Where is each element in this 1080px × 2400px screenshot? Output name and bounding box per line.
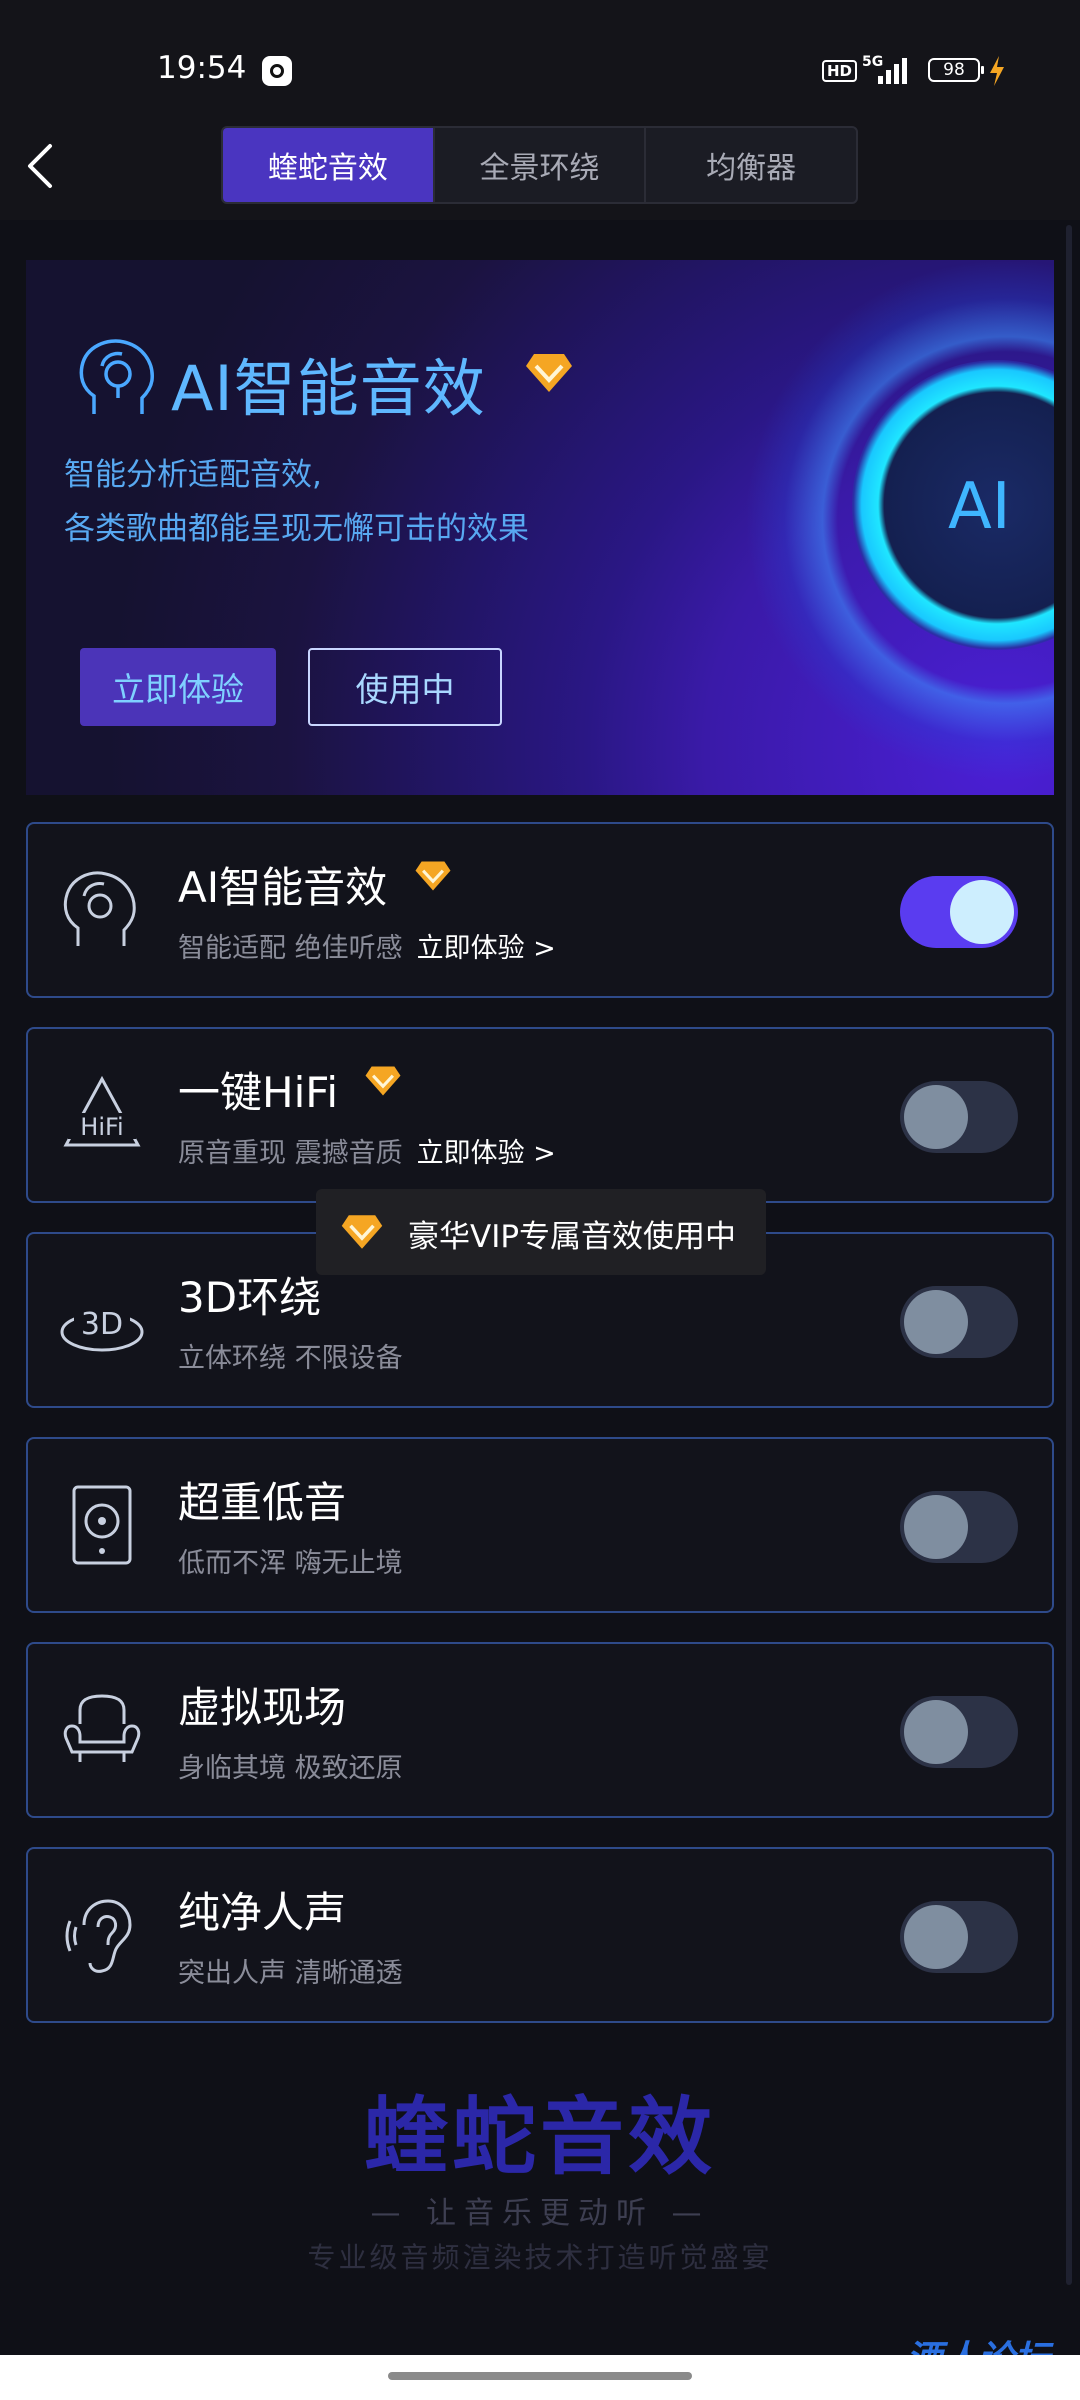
status-bar: 19:54 HD 5G 98: [0, 0, 1080, 110]
effect-toggle-ai[interactable]: [900, 876, 1018, 948]
toggle-knob: [904, 1495, 968, 1559]
vip-diamond-icon: [341, 1215, 383, 1249]
try-now-link[interactable]: 立即体验 >: [417, 933, 556, 964]
hd-badge: HD: [822, 60, 858, 82]
svg-text:HiFi: HiFi: [80, 1113, 123, 1141]
effect-title: 纯净人声: [178, 1888, 347, 1937]
effect-title: 一键HiFi: [178, 1068, 339, 1117]
ear-icon: [65, 1899, 132, 1973]
ai-head-icon: [63, 871, 136, 946]
effect-subtitle: 低而不浑 嗨无止境: [178, 1548, 403, 1579]
top-header: 蝰蛇音效 全景环绕 均衡器: [0, 110, 1080, 220]
effect-toggle-bass[interactable]: [900, 1491, 1018, 1563]
effect-subtitle-text: 原音重现 震撼音质: [178, 1138, 403, 1169]
ai-orb-label: AI: [948, 470, 1011, 544]
ai-effect-banner[interactable]: AI AI智能音效 智能分析适配音效, 各类歌曲都能呈现无懈可击的效果 立即体验…: [26, 260, 1054, 795]
battery-icon: 98: [928, 58, 984, 82]
ai-head-icon: [79, 339, 154, 414]
effect-title: 虚拟现场: [178, 1683, 347, 1732]
svg-text:3D: 3D: [81, 1307, 123, 1342]
footer-slogan: — 让音乐更动听 —: [370, 2196, 710, 2231]
vip-diamond-icon: [526, 354, 572, 392]
effect-subtitle: 原音重现 震撼音质 立即体验 >: [178, 1131, 556, 1170]
effect-title: 3D环绕: [178, 1273, 322, 1322]
status-time: 19:54: [157, 50, 247, 86]
tab-equalizer[interactable]: 均衡器: [646, 128, 856, 202]
tab-viper-effects[interactable]: 蝰蛇音效: [223, 128, 435, 202]
effect-title: 超重低音: [178, 1478, 347, 1527]
chevron-left-icon[interactable]: [20, 140, 64, 192]
scrollbar[interactable]: [1066, 225, 1072, 2285]
effect-card-hifi[interactable]: HiFi 一键HiFi 原音重现 震撼音质 立即体验 >: [26, 1027, 1054, 1203]
vip-diamond-icon: [415, 861, 451, 891]
effect-card-vocal[interactable]: 纯净人声 突出人声 清晰通透: [26, 1847, 1054, 2023]
toggle-knob: [904, 1085, 968, 1149]
home-indicator[interactable]: [388, 2372, 692, 2380]
effect-card-live[interactable]: 虚拟现场 身临其境 极致还原: [26, 1642, 1054, 1818]
effect-title: AI智能音效: [178, 863, 388, 912]
effect-card-bass[interactable]: 超重低音 低而不浑 嗨无止境: [26, 1437, 1054, 1613]
footer-logo: 蝰蛇音效: [363, 2088, 716, 2186]
effect-subtitle: 智能适配 绝佳听感 立即体验 >: [178, 926, 556, 965]
effect-subtitle: 突出人声 清晰通透: [178, 1958, 403, 1989]
footer-description: 专业级音频渲染技术打造听觉盛宴: [307, 2241, 773, 2274]
armchair-icon: [63, 1694, 141, 1762]
tab-surround[interactable]: 全景环绕: [435, 128, 647, 202]
signal-icon: [878, 58, 907, 84]
effect-toggle-hifi[interactable]: [900, 1081, 1018, 1153]
banner-desc-line2: 各类歌曲都能呈现无懈可击的效果: [64, 511, 529, 547]
in-use-button[interactable]: 使用中: [308, 648, 502, 726]
3d-surround-icon: 3D: [60, 1300, 144, 1352]
effect-card-ai[interactable]: AI智能音效 智能适配 绝佳听感 立即体验 >: [26, 822, 1054, 998]
toggle-knob: [950, 880, 1014, 944]
effect-toggle-live[interactable]: [900, 1696, 1018, 1768]
effect-toggle-3d[interactable]: [900, 1286, 1018, 1358]
effect-subtitle: 立体环绕 不限设备: [178, 1343, 403, 1374]
banner-desc-line1: 智能分析适配音效,: [64, 457, 322, 493]
vip-diamond-icon: [365, 1066, 401, 1096]
speaker-icon: [72, 1485, 132, 1565]
charging-icon: [990, 56, 1004, 86]
banner-description: 智能分析适配音效, 各类歌曲都能呈现无懈可击的效果: [64, 448, 529, 556]
effect-subtitle-text: 智能适配 绝佳听感: [178, 933, 403, 964]
app-notification-icon: [262, 56, 292, 86]
toggle-knob: [904, 1700, 968, 1764]
toggle-knob: [904, 1290, 968, 1354]
effect-subtitle: 身临其境 极致还原: [178, 1753, 403, 1784]
banner-title: AI智能音效: [171, 352, 486, 425]
vip-toast: 豪华VIP专属音效使用中: [316, 1189, 766, 1275]
hifi-icon: HiFi: [63, 1075, 141, 1147]
effect-toggle-vocal[interactable]: [900, 1901, 1018, 1973]
try-now-link[interactable]: 立即体验 >: [417, 1138, 556, 1169]
toast-text: 豪华VIP专属音效使用中: [408, 1219, 737, 1255]
tab-bar: 蝰蛇音效 全景环绕 均衡器: [221, 126, 858, 204]
try-now-button[interactable]: 立即体验: [80, 648, 276, 726]
toggle-knob: [904, 1905, 968, 1969]
